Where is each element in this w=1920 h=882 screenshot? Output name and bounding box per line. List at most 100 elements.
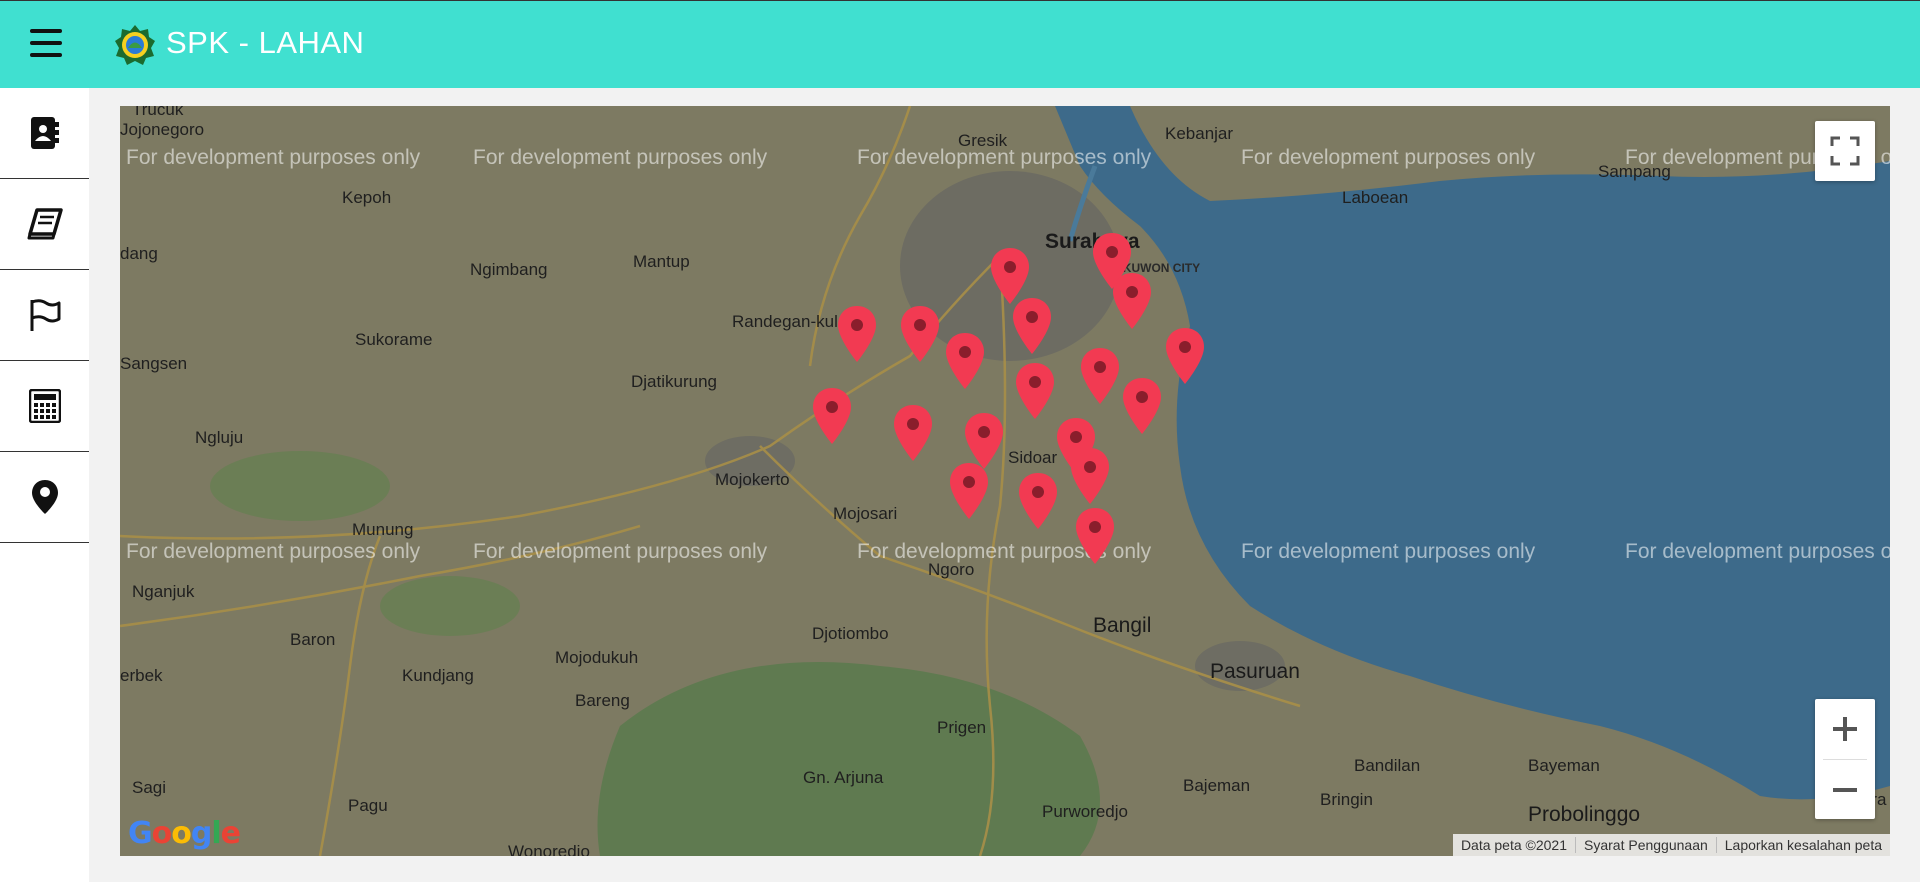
map-pin-icon <box>1016 363 1054 419</box>
menu-icon[interactable] <box>30 29 62 57</box>
watermark: For development purposes only <box>1625 540 1890 563</box>
place-label: Probolinggo <box>1528 803 1641 826</box>
map-pin-icon <box>813 388 851 444</box>
place-label: Djotiombo <box>812 624 889 643</box>
map-pin-icon <box>1076 508 1114 564</box>
app-logo <box>115 25 155 65</box>
map-pin-marker[interactable] <box>943 331 987 391</box>
watermark: For development purposes only <box>126 146 421 169</box>
plus-icon <box>1833 717 1857 741</box>
place-label: Baron <box>290 630 336 649</box>
place-label: Wonoredjo <box>508 842 590 856</box>
sidebar-item-flag[interactable] <box>0 270 89 361</box>
place-label: Bayeman <box>1528 756 1600 775</box>
map-pin-icon <box>1081 348 1119 404</box>
google-logo: Google <box>128 816 241 851</box>
place-label: erbek <box>120 666 163 685</box>
place-label: Sampang <box>1598 162 1671 181</box>
place-label: dang <box>120 244 158 263</box>
place-label: Prigen <box>937 718 987 737</box>
map-pin-icon <box>838 306 876 362</box>
calculator-icon <box>28 389 61 423</box>
place-label: Ngluju <box>195 428 244 447</box>
zoom-out-button[interactable] <box>1815 760 1875 819</box>
place-label: Pagu <box>348 796 388 815</box>
place-label: Jojonegoro <box>120 120 205 139</box>
map-pin-marker[interactable] <box>1110 271 1154 331</box>
map-pin-marker[interactable] <box>898 304 942 364</box>
map-pin-marker[interactable] <box>1163 326 1207 386</box>
map-pin-marker[interactable] <box>1120 376 1164 436</box>
map-pin-icon <box>901 306 939 362</box>
place-label: Purworedjo <box>1042 802 1128 821</box>
fullscreen-button[interactable] <box>1815 121 1875 181</box>
map-base <box>120 106 1890 856</box>
map-pin-marker[interactable] <box>1013 361 1057 421</box>
book-icon <box>27 208 63 240</box>
map-pin-marker[interactable] <box>1010 296 1054 356</box>
place-label: Sukorame <box>355 330 433 349</box>
place-label: Mantup <box>633 252 690 271</box>
report-error-link[interactable]: Laporkan kesalahan peta <box>1715 837 1890 853</box>
sidebar-item-calculator[interactable] <box>0 361 89 452</box>
sidebar <box>0 88 89 882</box>
map-pin-icon <box>1019 473 1057 529</box>
flag-icon <box>30 299 60 331</box>
sidebar-item-contacts[interactable] <box>0 88 89 179</box>
terms-link[interactable]: Syarat Penggunaan <box>1575 837 1716 853</box>
place-label: Bangil <box>1093 614 1152 637</box>
place-label: Djatikurung <box>631 372 717 391</box>
map-pin-icon <box>1123 378 1161 434</box>
place-label: Ngoro <box>928 560 975 579</box>
place-label: Nganjuk <box>132 582 195 601</box>
map-data-label: Data peta ©2021 <box>1460 837 1567 853</box>
map-pin-marker[interactable] <box>891 403 935 463</box>
top-bar: SPK - LAHAN <box>0 0 1920 88</box>
place-label: Pasuruan <box>1210 660 1300 683</box>
map-pin-marker[interactable] <box>1078 346 1122 406</box>
place-label: Sagi <box>132 778 167 797</box>
map-pin-icon <box>1113 273 1151 329</box>
map-pin-marker[interactable] <box>810 386 854 446</box>
map-pin-icon <box>1166 328 1204 384</box>
map-pin-marker[interactable] <box>835 304 879 364</box>
watermark: For development purposes only <box>1241 540 1536 563</box>
sidebar-item-location[interactable] <box>0 452 89 543</box>
place-label: Kepoh <box>342 188 392 207</box>
map-pin-marker[interactable] <box>1073 506 1117 566</box>
place-label: Sidoar <box>1008 448 1058 467</box>
place-label: Bareng <box>575 691 630 710</box>
place-label: Bandilan <box>1354 756 1421 775</box>
map-pin-icon <box>946 333 984 389</box>
map-pin-icon <box>950 463 988 519</box>
place-label: Kebanjar <box>1165 124 1234 143</box>
place-label: Gn. Arjuna <box>803 768 884 787</box>
watermark: For development purposes only <box>473 146 768 169</box>
watermark: For development purposes only <box>1241 146 1536 169</box>
map-pin-icon <box>894 405 932 461</box>
place-label: Sangsen <box>120 354 188 373</box>
app-title: SPK - LAHAN <box>166 25 365 60</box>
map-pin-marker[interactable] <box>1068 446 1112 506</box>
map-attribution: Data peta ©2021 Syarat Penggunaan Lapork… <box>1452 834 1890 856</box>
place-label: Bajeman <box>1183 776 1251 795</box>
map-view[interactable]: For development purposes only For develo… <box>120 106 1890 856</box>
place-label: Bringin <box>1320 790 1373 809</box>
place-label: Trucuk <box>132 106 184 119</box>
minus-icon <box>1833 787 1857 792</box>
map-pin-marker[interactable] <box>947 461 991 521</box>
place-label: Kundjang <box>402 666 474 685</box>
place-label: Gresik <box>958 131 1008 150</box>
watermark: For development purposes only <box>126 540 421 563</box>
place-label: Mojokerto <box>715 470 790 489</box>
map-pin-marker[interactable] <box>1016 471 1060 531</box>
map-pin-icon <box>1071 448 1109 504</box>
place-label: Mojodukuh <box>555 648 639 667</box>
sidebar-item-book[interactable] <box>0 179 89 270</box>
place-label: Ngimbang <box>470 260 548 279</box>
place-label: Mojosari <box>833 504 898 523</box>
fullscreen-icon <box>1830 136 1860 166</box>
watermark: For development purposes only <box>473 540 768 563</box>
zoom-in-button[interactable] <box>1815 699 1875 759</box>
map-pin-icon <box>1013 298 1051 354</box>
